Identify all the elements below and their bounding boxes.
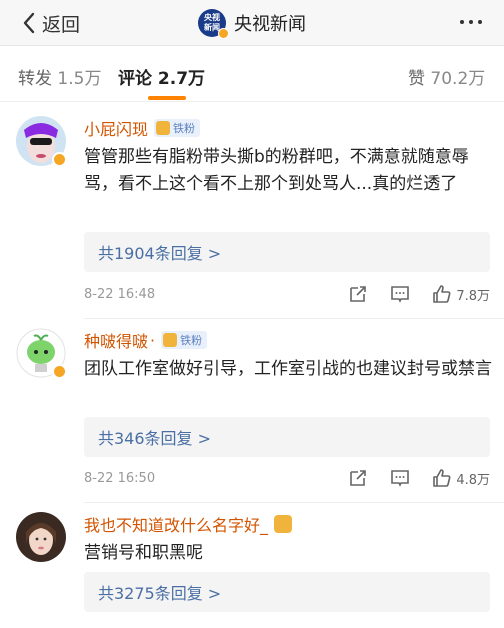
fan-badge-label: 铁粉 (180, 334, 203, 347)
verified-badge-icon (218, 28, 229, 39)
avatar[interactable] (16, 512, 66, 562)
logo-text-top: 央视 (204, 13, 220, 22)
thumbs-up-icon (433, 469, 451, 487)
like-count: 4.8万 (456, 472, 490, 488)
tab-likes-label: 赞 (408, 69, 425, 89)
divider (84, 318, 504, 319)
fan-badge: 铁粉 (161, 331, 208, 349)
thumbs-up-icon (433, 285, 451, 303)
like-button[interactable]: 4.8万 (432, 468, 490, 488)
tab-bar: 转发 1.5万 评论 2.7万 赞 70.2万 (0, 46, 504, 102)
back-button[interactable]: 返回 (22, 9, 80, 37)
username[interactable]: 我也不知道改什么名字好_ (84, 512, 268, 536)
verified-badge-icon (52, 152, 67, 167)
view-replies-button[interactable]: 共3275条回复 > (84, 572, 490, 612)
crown-icon (156, 121, 171, 135)
tab-likes-count: 70.2万 (430, 69, 486, 89)
like-count: 7.8万 (456, 288, 490, 304)
username[interactable]: 小屁闪现 (84, 116, 148, 140)
comment-text: 管管那些有脂粉带头撕b的粉群吧，不满意就随意辱骂，看不上这个看不上那个到处骂人.… (84, 147, 469, 194)
comment-actions: 4.8万 (348, 466, 490, 490)
chevron-left-icon (23, 12, 35, 34)
page-title: 央视新闻 (234, 14, 306, 35)
verified-badge-icon (52, 364, 67, 379)
comment-text: 团队工作室做好引导，工作室引战的也建议封号或禁言 (84, 359, 492, 379)
tab-comments-count: 2.7万 (157, 69, 206, 89)
nav-bar: 返回 央视 新闻 央视新闻 (0, 0, 504, 46)
comment-meta: 8-22 16:50 4.8万 (84, 466, 490, 490)
crown-icon (163, 333, 178, 347)
username-dot: · (150, 330, 156, 350)
tab-likes[interactable]: 赞 70.2万 (408, 64, 485, 89)
comment-author: 小屁闪现 铁粉 (84, 116, 201, 140)
comment-icon[interactable] (390, 468, 410, 488)
tab-comments-label: 评论 (118, 69, 152, 89)
view-replies-button[interactable]: 共1904条回复 > (84, 232, 490, 272)
divider (84, 502, 504, 503)
tab-reposts-label: 转发 (18, 69, 52, 89)
more-menu-icon[interactable] (460, 20, 482, 24)
comment-text: 营销号和职黑呢 (84, 543, 203, 563)
crown-icon (274, 515, 293, 533)
fan-badge: 铁粉 (154, 119, 201, 137)
comment-author: 种啵得啵 · 铁粉 (84, 328, 208, 352)
share-icon[interactable] (348, 468, 368, 488)
share-icon[interactable] (348, 284, 368, 304)
comment-meta: 8-22 16:48 7.8万 (84, 282, 490, 306)
cctv-news-logo: 央视 新闻 (198, 9, 229, 39)
tab-reposts[interactable]: 转发 1.5万 (18, 64, 101, 89)
comment-icon[interactable] (390, 284, 410, 304)
username[interactable]: 种啵得啵 (84, 328, 148, 352)
timestamp: 8-22 16:50 (84, 470, 156, 486)
back-label: 返回 (42, 13, 81, 36)
fan-badge-label: 铁粉 (173, 122, 196, 135)
tab-comments[interactable]: 评论 2.7万 (118, 64, 205, 89)
view-replies-button[interactable]: 共346条回复 > (84, 417, 490, 457)
like-button[interactable]: 7.8万 (432, 284, 490, 304)
active-tab-indicator (148, 96, 186, 100)
comment-actions: 7.8万 (348, 282, 490, 306)
account-title[interactable]: 央视 新闻 央视新闻 (198, 7, 306, 39)
timestamp: 8-22 16:48 (84, 286, 156, 302)
comment-author: 我也不知道改什么名字好_ (84, 512, 293, 536)
tab-reposts-count: 1.5万 (57, 69, 102, 89)
